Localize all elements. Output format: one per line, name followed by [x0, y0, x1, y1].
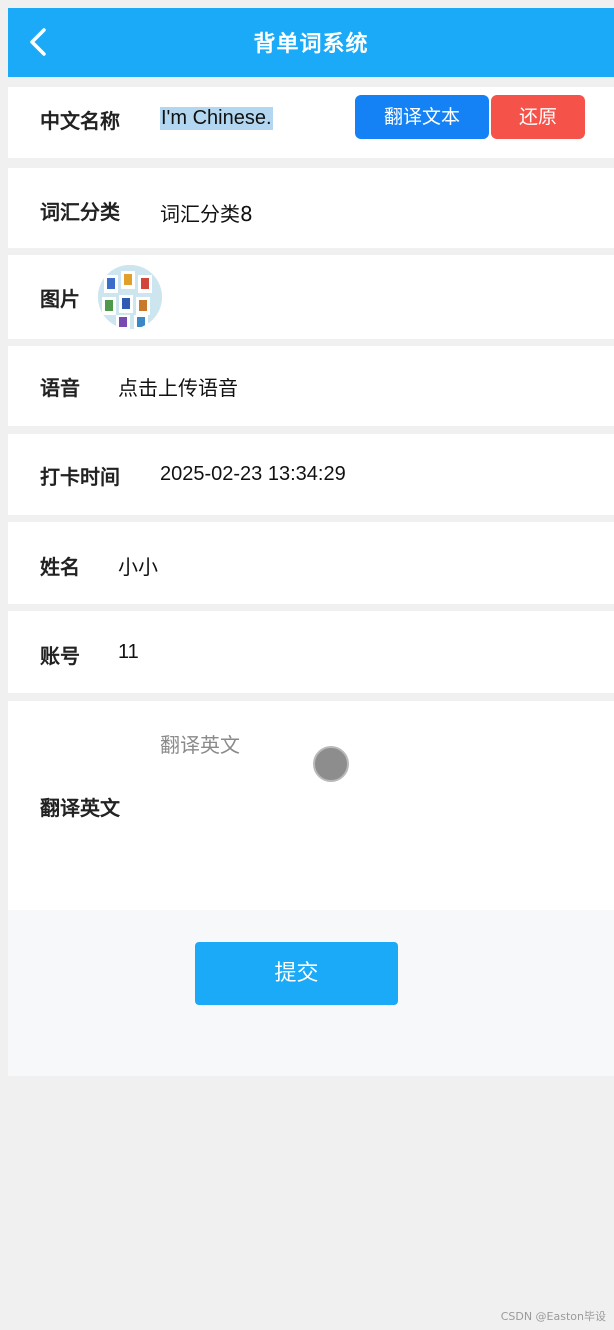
name-row: 中文名称 I'm Chinese. 翻译文本 还原 [8, 87, 614, 158]
user-name-value[interactable]: 小小 [118, 551, 158, 580]
image-row: 图片 [8, 255, 614, 339]
checkin-time-label: 打卡时间 [40, 465, 120, 489]
category-row[interactable]: 词汇分类 词汇分类8 [8, 168, 614, 248]
restore-button[interactable]: 还原 [491, 95, 585, 139]
word-image-thumbnail [98, 265, 162, 329]
touch-cursor-indicator [313, 746, 349, 782]
translation-row: 翻译英文 [8, 701, 614, 910]
checkin-time-value[interactable]: 2025-02-23 13:34:29 [160, 463, 346, 486]
name-label: 中文名称 [40, 109, 120, 133]
account-value[interactable]: 11 [118, 641, 139, 664]
app-page: 背单词系统 中文名称 I'm Chinese. 翻译文本 还原 词汇分类 词汇分… [8, 8, 614, 1330]
account-row: 账号 11 [8, 611, 614, 693]
page-title: 背单词系统 [253, 32, 369, 57]
word-image[interactable] [98, 265, 162, 329]
watermark: CSDN @Easton毕设 [500, 1310, 606, 1323]
user-name-row: 姓名 小小 [8, 522, 614, 604]
name-value[interactable]: I'm Chinese. [160, 107, 273, 130]
audio-row: 语音 点击上传语音 [8, 346, 614, 426]
image-label: 图片 [40, 287, 80, 311]
user-name-label: 姓名 [40, 555, 80, 579]
translation-label: 翻译英文 [40, 796, 120, 820]
submit-button[interactable]: 提交 [195, 942, 398, 1005]
audio-label: 语音 [40, 376, 80, 400]
submit-area: 提交 [8, 910, 614, 1076]
header-bar: 背单词系统 [8, 8, 614, 77]
checkin-time-row: 打卡时间 2025-02-23 13:34:29 [8, 434, 614, 515]
category-value[interactable]: 词汇分类8 [160, 198, 253, 227]
audio-upload-link[interactable]: 点击上传语音 [118, 372, 238, 401]
translate-button[interactable]: 翻译文本 [355, 95, 489, 139]
account-label: 账号 [40, 644, 80, 668]
category-label: 词汇分类 [40, 200, 120, 224]
translation-textarea[interactable] [160, 729, 600, 909]
